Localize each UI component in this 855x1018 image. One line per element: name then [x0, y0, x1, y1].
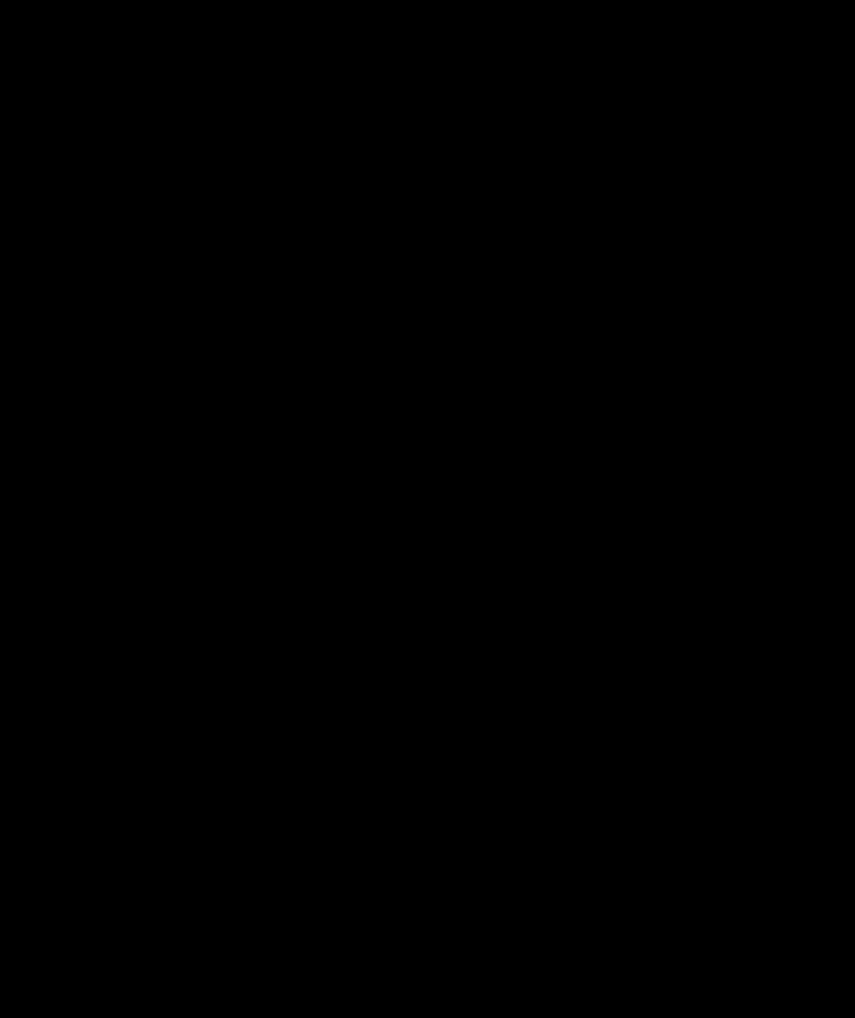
tier-list — [0, 0, 855, 1018]
